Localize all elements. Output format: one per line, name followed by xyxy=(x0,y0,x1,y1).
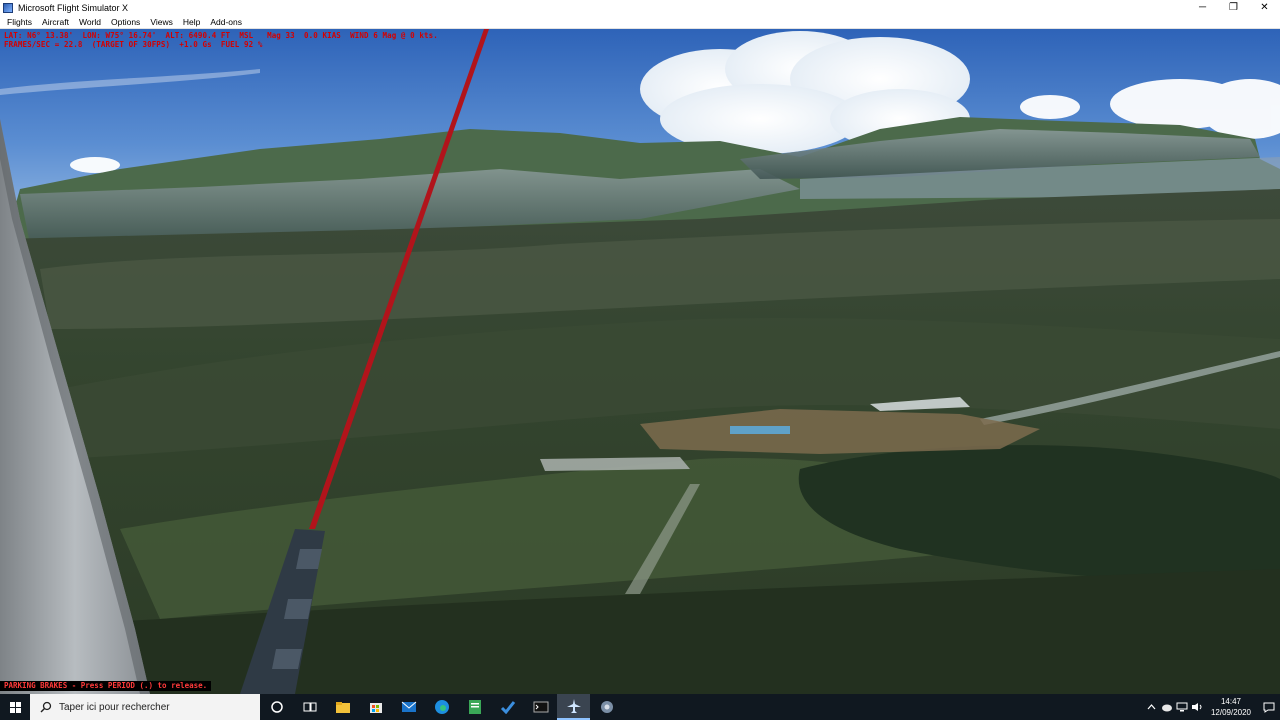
maximize-button[interactable]: ❐ xyxy=(1218,0,1249,15)
clock-date: 12/09/2020 xyxy=(1210,708,1252,717)
notepad-icon[interactable] xyxy=(458,694,491,720)
weather-cloud-icon[interactable] xyxy=(1159,694,1174,720)
minimize-button[interactable]: ─ xyxy=(1187,0,1218,15)
flight-sim-app-icon xyxy=(3,2,13,13)
menu-options[interactable]: Options xyxy=(106,17,145,27)
menu-views[interactable]: Views xyxy=(145,17,178,27)
file-explorer-icon[interactable] xyxy=(326,694,359,720)
menu-bar: Flights Aircraft World Options Views Hel… xyxy=(0,15,1280,29)
menu-flights[interactable]: Flights xyxy=(0,17,37,27)
store-icon[interactable] xyxy=(359,694,392,720)
window-controls: ─ ❐ ✕ xyxy=(1187,0,1280,15)
network-icon[interactable] xyxy=(1174,694,1189,720)
menu-addons[interactable]: Add-ons xyxy=(205,17,247,27)
system-tray: 14:47 12/09/2020 xyxy=(1144,694,1280,720)
mail-icon[interactable] xyxy=(392,694,425,720)
volume-icon[interactable] xyxy=(1189,694,1204,720)
menu-aircraft[interactable]: Aircraft xyxy=(37,17,74,27)
terminal-icon[interactable] xyxy=(524,694,557,720)
parking-brakes-message: PARKING BRAKES - Press PERIOD (.) to rel… xyxy=(0,681,212,691)
chevron-up-icon[interactable] xyxy=(1144,694,1159,720)
start-button[interactable] xyxy=(0,694,30,720)
taskbar-clock[interactable]: 14:47 12/09/2020 xyxy=(1208,696,1254,718)
flight-simulator-icon[interactable] xyxy=(557,694,590,720)
window-title: Microsoft Flight Simulator X xyxy=(18,2,129,13)
search-icon xyxy=(39,701,52,714)
flight-scene-viewport[interactable]: LAT: N6° 13.38' LON: W75° 16.74' ALT: 64… xyxy=(0,29,1280,694)
menu-world[interactable]: World xyxy=(74,17,106,27)
settings-app-icon[interactable] xyxy=(590,694,623,720)
search-placeholder: Taper ici pour rechercher xyxy=(59,701,170,713)
clock-time: 14:47 xyxy=(1220,697,1242,706)
todo-icon[interactable] xyxy=(491,694,524,720)
cortana-icon[interactable] xyxy=(260,694,293,720)
hud-readout: LAT: N6° 13.38' LON: W75° 16.74' ALT: 64… xyxy=(4,31,438,49)
task-view-icon[interactable] xyxy=(293,694,326,720)
hud-position-line: LAT: N6° 13.38' LON: W75° 16.74' ALT: 64… xyxy=(4,31,438,40)
menu-help[interactable]: Help xyxy=(178,17,205,27)
hud-performance-line: FRAMES/SEC = 22.8 (TARGET OF 30FPS) +1.0… xyxy=(4,40,263,49)
windows-logo-icon xyxy=(9,701,21,713)
windows-taskbar: Taper ici pour rechercher 14:47 12/09/20… xyxy=(0,694,1280,720)
close-button[interactable]: ✕ xyxy=(1249,0,1280,15)
notification-center-icon[interactable] xyxy=(1258,694,1280,720)
edge-icon[interactable] xyxy=(425,694,458,720)
window-titlebar: Microsoft Flight Simulator X ─ ❐ ✕ xyxy=(0,0,1280,15)
taskbar-search-box[interactable]: Taper ici pour rechercher xyxy=(30,694,260,720)
scene-graphic xyxy=(0,29,1280,694)
